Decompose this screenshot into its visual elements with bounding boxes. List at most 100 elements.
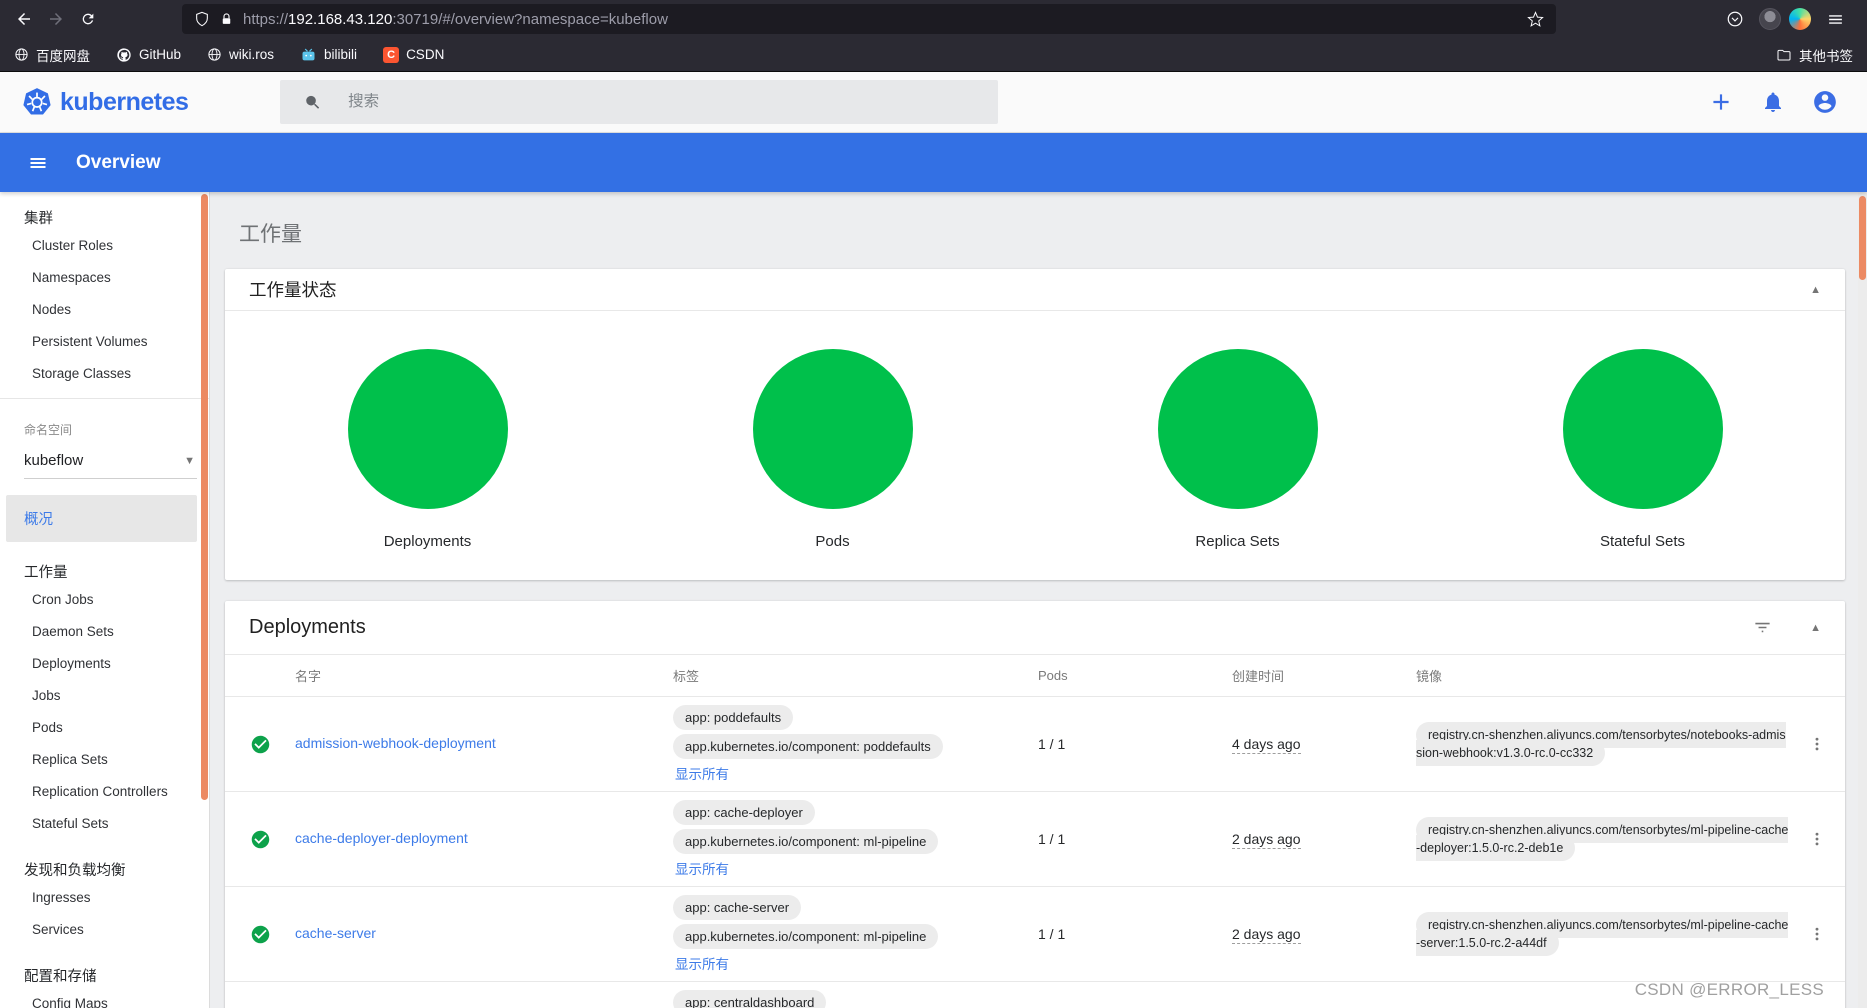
sidebar-item-replica-sets[interactable]: Replica Sets: [0, 744, 209, 776]
sidebar-item-nodes[interactable]: Nodes: [0, 294, 209, 326]
sidebar-scrollbar-thumb[interactable]: [201, 194, 208, 800]
show-all-link[interactable]: 显示所有: [673, 858, 729, 878]
sidebar-section-discovery[interactable]: 发现和负载均衡: [0, 850, 209, 882]
browser-forward-button[interactable]: [40, 4, 72, 34]
sidebar-item-replication-controllers[interactable]: Replication Controllers: [0, 776, 209, 808]
bookmark-csdn[interactable]: C CSDN: [383, 46, 444, 63]
shield-icon[interactable]: [194, 11, 210, 27]
label-chip: app.kubernetes.io/component: ml-pipeline: [673, 924, 939, 949]
search-box[interactable]: [280, 80, 999, 124]
bookmark-bilibili[interactable]: bilibili: [300, 47, 357, 63]
create-button[interactable]: [1707, 88, 1735, 116]
browser-back-button[interactable]: [8, 4, 40, 34]
pods-status-circle[interactable]: [752, 349, 913, 509]
account-button[interactable]: [1811, 88, 1839, 116]
label-chip: app: poddefaults: [673, 705, 794, 730]
status-chart-label: Replica Sets: [1195, 533, 1280, 550]
column-header-labels[interactable]: 标签: [673, 666, 1038, 685]
url-bar[interactable]: https://192.168.43.120:30719/#/overview?…: [182, 4, 1556, 34]
namespace-select[interactable]: kubeflow ▼: [24, 448, 197, 479]
search-input[interactable]: [348, 93, 975, 111]
page-scrollbar[interactable]: [1858, 192, 1867, 1008]
status-chart-pods: Pods: [630, 349, 1035, 550]
sidebar-nav: 集群 Cluster Roles Namespaces Nodes Persis…: [0, 192, 210, 1008]
github-icon: [117, 47, 131, 62]
column-header-images[interactable]: 镜像: [1416, 666, 1789, 685]
label-chip: app.kubernetes.io/component: poddefaults: [673, 734, 943, 759]
kebab-menu-icon: [1815, 737, 1819, 751]
show-all-link[interactable]: 显示所有: [673, 953, 729, 973]
main-panel: 工作量 工作量状态 ▲ Deployments Pods Replica Set…: [210, 192, 1867, 1008]
profile-avatar[interactable]: [1759, 8, 1781, 30]
refresh-icon: [82, 13, 94, 25]
stateful-sets-status-circle[interactable]: [1562, 349, 1723, 509]
sidebar-item-namespaces[interactable]: Namespaces: [0, 262, 209, 294]
deployment-name-link[interactable]: admission-webhook-deployment: [295, 735, 496, 751]
page-scrollbar-thumb[interactable]: [1859, 196, 1866, 280]
workload-status-body: Deployments Pods Replica Sets Stateful S…: [225, 311, 1845, 550]
show-all-link[interactable]: 显示所有: [673, 763, 729, 783]
column-header-name[interactable]: 名字: [295, 666, 673, 685]
kubernetes-logo[interactable]: kubernetes: [22, 87, 189, 117]
lock-icon[interactable]: [219, 12, 234, 27]
collapse-arrow-icon[interactable]: ▲: [1810, 284, 1821, 296]
other-bookmarks-button[interactable]: 其他书签: [1776, 45, 1853, 65]
column-header-pods[interactable]: Pods: [1038, 668, 1232, 683]
pocket-button[interactable]: [1719, 4, 1751, 34]
deployments-card-header: Deployments ▲: [225, 601, 1845, 654]
sidebar-section-cluster[interactable]: 集群: [0, 198, 209, 230]
collapse-arrow-icon[interactable]: ▲: [1810, 622, 1821, 634]
csdn-watermark: CSDN @ERROR_LESS: [1634, 980, 1824, 999]
deployment-name-link[interactable]: cache-server: [295, 925, 376, 941]
kebab-menu-icon: [1815, 832, 1819, 846]
url-text: https://192.168.43.120:30719/#/overview?…: [243, 10, 668, 28]
sidebar-item-overview-active[interactable]: 概况: [6, 495, 197, 542]
filter-icon[interactable]: [1753, 618, 1772, 637]
sidebar-item-services[interactable]: Services: [0, 914, 209, 946]
row-menu-button[interactable]: [1789, 735, 1845, 753]
namespace-label: 命名空间: [24, 423, 73, 437]
app-toolbar: Overview: [0, 133, 1867, 192]
pocket-icon: [1727, 11, 1743, 27]
bookmark-github[interactable]: GitHub: [116, 47, 181, 63]
sidebar-item-daemon-sets[interactable]: Daemon Sets: [0, 616, 209, 648]
pods-count: 1 / 1: [1038, 831, 1066, 847]
browser-refresh-button[interactable]: [72, 4, 104, 34]
deployments-card: Deployments ▲ 名字 标签 Pods 创建时间 镜像 admissi…: [225, 601, 1845, 1008]
sidebar-item-cluster-roles[interactable]: Cluster Roles: [0, 230, 209, 262]
sidebar-item-config-maps[interactable]: Config Maps: [0, 988, 209, 1008]
bookmark-label: 百度网盘: [36, 48, 90, 64]
sidebar-item-cron-jobs[interactable]: Cron Jobs: [0, 584, 209, 616]
row-menu-button[interactable]: [1789, 830, 1845, 848]
bell-icon: [1765, 92, 1781, 112]
folder-icon: [1777, 49, 1791, 60]
sidebar-section-config[interactable]: 配置和存储: [0, 956, 209, 988]
bookmark-baidu[interactable]: 百度网盘: [14, 45, 90, 65]
sidebar-item-jobs[interactable]: Jobs: [0, 680, 209, 712]
column-header-created[interactable]: 创建时间: [1232, 666, 1416, 685]
kubernetes-wheel-icon: [23, 88, 51, 115]
row-menu-button[interactable]: [1789, 925, 1845, 943]
sidebar-item-storage-classes[interactable]: Storage Classes: [0, 358, 209, 390]
sidebar-item-pods[interactable]: Pods: [0, 712, 209, 744]
bookmark-wiki-ros[interactable]: wiki.ros: [207, 47, 274, 62]
status-ok-icon: [251, 830, 269, 848]
nav-menu-button[interactable]: [28, 153, 48, 173]
status-chart-deployments: Deployments: [225, 349, 630, 550]
sidebar-item-ingresses[interactable]: Ingresses: [0, 882, 209, 914]
notifications-button[interactable]: [1759, 88, 1787, 116]
sidebar-item-stateful-sets[interactable]: Stateful Sets: [0, 808, 209, 840]
firefox-account-avatar[interactable]: [1789, 8, 1811, 30]
sidebar-item-deployments[interactable]: Deployments: [0, 648, 209, 680]
deployments-status-circle[interactable]: [347, 349, 508, 509]
bookmark-star-button[interactable]: [1527, 10, 1544, 28]
table-row: admission-webhook-deployment app: poddef…: [225, 697, 1845, 792]
sidebar-item-persistent-volumes[interactable]: Persistent Volumes: [0, 326, 209, 358]
account-circle-icon: [1814, 91, 1836, 113]
replica-sets-status-circle[interactable]: [1157, 349, 1318, 509]
bookmark-label: wiki.ros: [229, 47, 275, 62]
deployment-name-link[interactable]: cache-deployer-deployment: [295, 830, 468, 846]
browser-menu-button[interactable]: [1819, 4, 1851, 34]
created-time: 2 days ago: [1232, 926, 1301, 944]
sidebar-section-workloads[interactable]: 工作量: [0, 552, 209, 584]
